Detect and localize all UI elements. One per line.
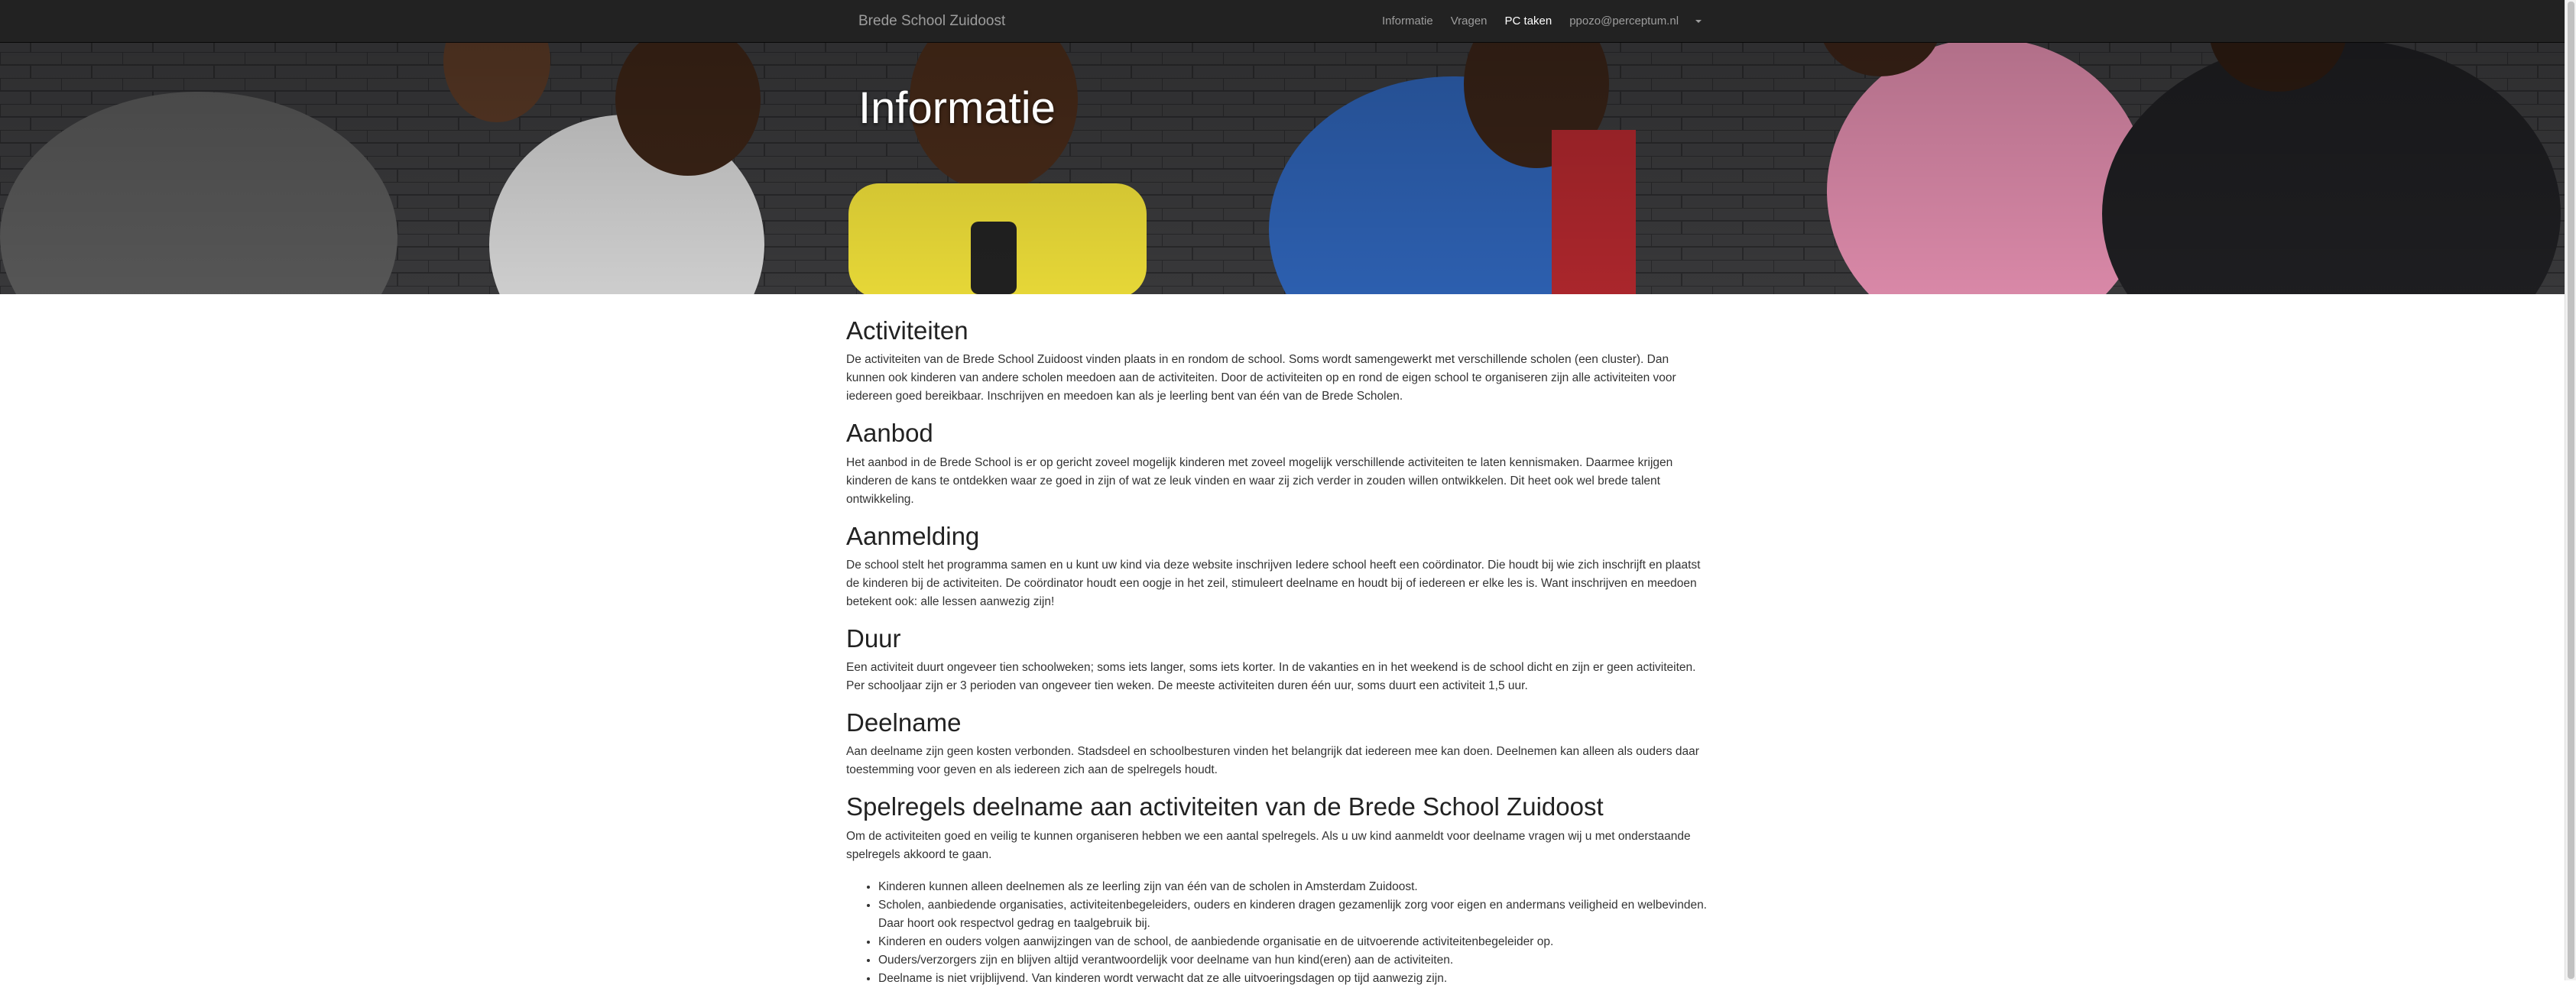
section-spelregels: Spelregels deelname aan activiteiten van… <box>846 793 1710 987</box>
brand-link[interactable]: Brede School Zuidoost <box>858 0 1005 42</box>
caret-down-icon[interactable] <box>1695 19 1702 23</box>
section-heading: Duur <box>846 624 901 653</box>
section-text: Aan deelname zijn geen kosten verbonden.… <box>846 745 1699 777</box>
section-aanbod: Aanbod Het aanbod in de Brede School is … <box>846 419 1710 508</box>
nav-menu: Informatie Vragen PC taken ppozo@percept… <box>1382 0 1702 42</box>
nav-item-informatie[interactable]: Informatie <box>1382 15 1433 28</box>
list-item: Deelname is niet vrijblijvend. Van kinde… <box>878 970 1710 988</box>
section-aanmelding: Aanmelding De school stelt het programma… <box>846 521 1710 611</box>
top-navbar: Brede School Zuidoost Informatie Vragen … <box>0 0 2565 43</box>
scrollbar-thumb[interactable] <box>2568 2 2574 979</box>
page-title: Informatie <box>858 83 1056 133</box>
section-deelname: Deelname Aan deelname zijn geen kosten v… <box>846 708 1710 779</box>
section-heading: Spelregels deelname aan activiteiten van… <box>846 792 1604 821</box>
section-heading: Deelname <box>846 708 962 737</box>
section-text: De school stelt het programma samen en u… <box>846 558 1701 608</box>
hero-photo <box>0 0 2565 294</box>
rules-list: Kinderen kunnen alleen deelnemen als ze … <box>846 878 1710 988</box>
list-item: Kinderen en ouders volgen aanwijzingen v… <box>878 933 1710 951</box>
section-text: Een activiteit duurt ongeveer tien schoo… <box>846 661 1696 693</box>
section-text: Om de activiteiten goed en veilig te kun… <box>846 829 1691 861</box>
section-duur: Duur Een activiteit duurt ongeveer tien … <box>846 624 1710 695</box>
section-heading: Aanmelding <box>846 521 980 550</box>
section-activiteiten: Activiteiten De activiteiten van de Bred… <box>846 316 1710 406</box>
vertical-scrollbar[interactable] <box>2565 0 2576 980</box>
section-heading: Activiteiten <box>846 316 968 345</box>
nav-item-pc-taken[interactable]: PC taken <box>1505 15 1552 28</box>
nav-item-user-email[interactable]: ppozo@perceptum.nl <box>1569 15 1679 28</box>
hero-banner: Informatie <box>0 0 2565 294</box>
list-item: Kinderen kunnen alleen deelnemen als ze … <box>878 878 1710 896</box>
section-text: Het aanbod in de Brede School is er op g… <box>846 455 1673 506</box>
list-item: Ouders/verzorgers zijn en blijven altijd… <box>878 951 1710 970</box>
section-text: De activiteiten van de Brede School Zuid… <box>846 353 1676 403</box>
main-content: Activiteiten De activiteiten van de Bred… <box>846 316 1710 988</box>
nav-item-vragen[interactable]: Vragen <box>1451 15 1488 28</box>
list-item: Scholen, aanbiedende organisaties, activ… <box>878 896 1710 933</box>
section-heading: Aanbod <box>846 419 933 448</box>
